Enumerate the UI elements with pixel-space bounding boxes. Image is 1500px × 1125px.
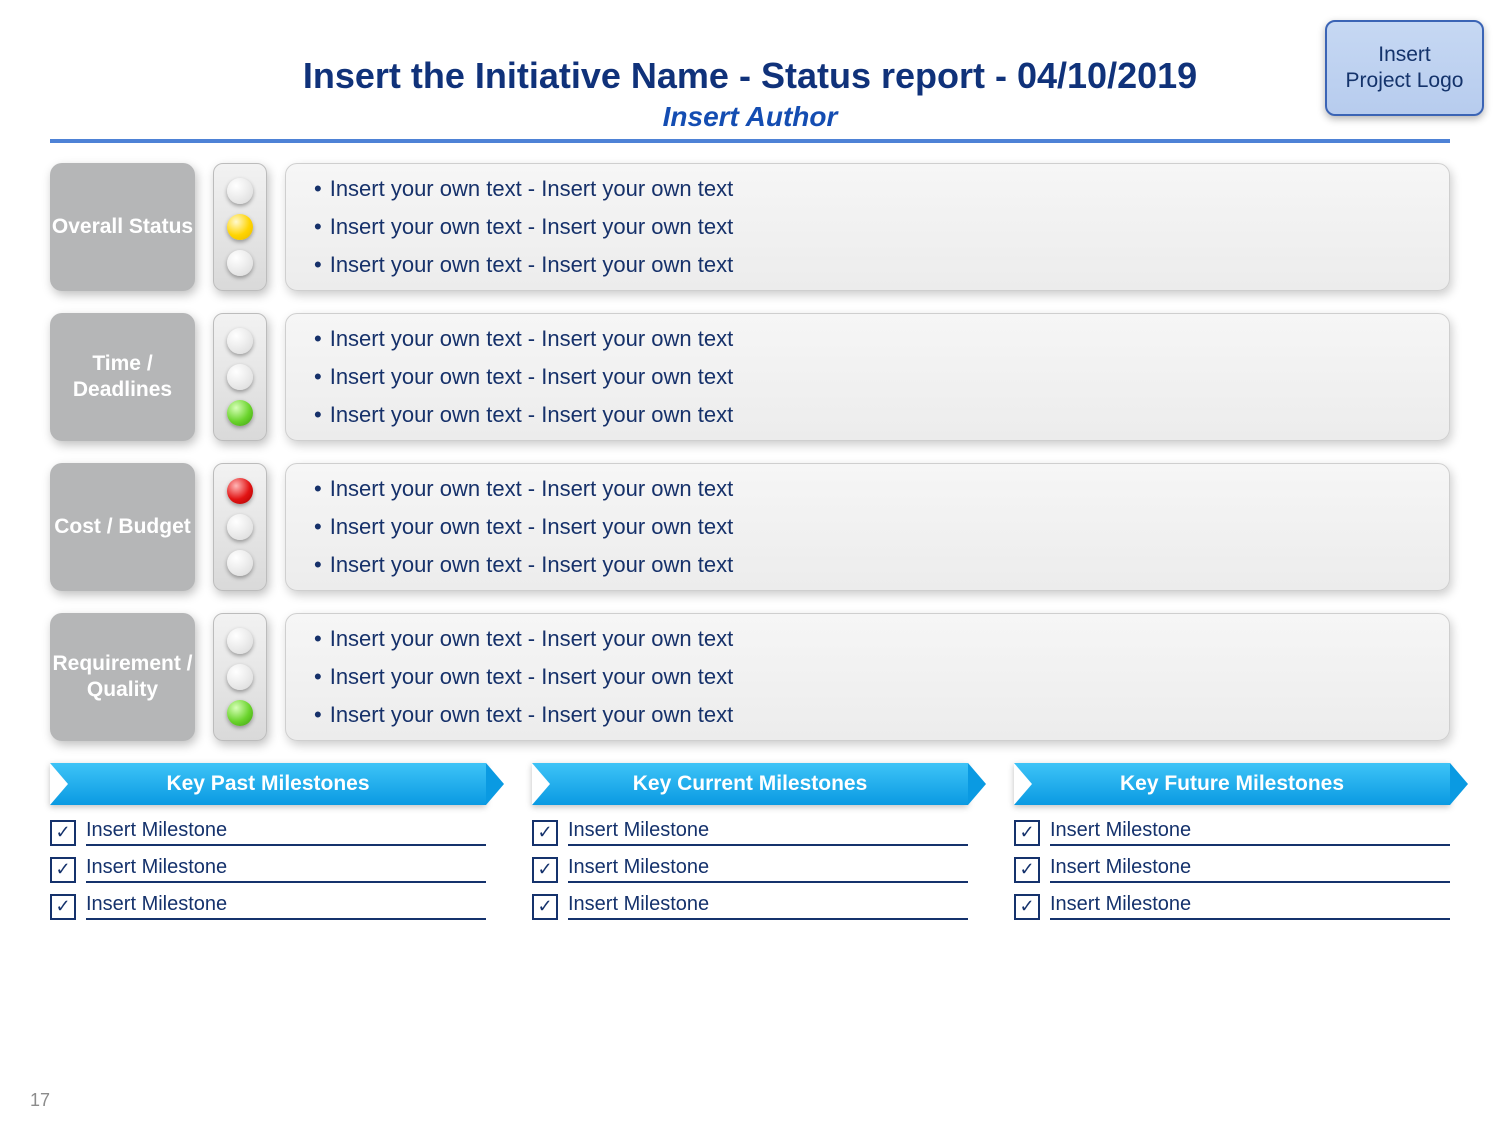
slide: Insert Project Logo Insert the Initiativ… xyxy=(0,0,1500,1125)
milestone-item: ✓ Insert Milestone xyxy=(50,819,486,846)
status-bullet: Insert your own text - Insert your own t… xyxy=(314,402,1421,428)
milestone-item: ✓ Insert Milestone xyxy=(532,893,968,920)
check-icon: ✓ xyxy=(1014,820,1040,846)
status-bullet: Insert your own text - Insert your own t… xyxy=(314,626,1421,652)
status-label: Overall Status xyxy=(50,163,195,291)
milestone-item: ✓ Insert Milestone xyxy=(50,893,486,920)
milestone-column: Key Current Milestones✓Insert Milestone✓… xyxy=(532,763,968,930)
status-bullet: Insert your own text - Insert your own t… xyxy=(314,514,1421,540)
milestone-item: ✓ Insert Milestone xyxy=(532,856,968,883)
milestone-heading: Key Future Milestones xyxy=(1014,763,1450,805)
status-bullet: Insert your own text - Insert your own t… xyxy=(314,552,1421,578)
status-light-icon xyxy=(227,700,253,726)
status-text-box: Insert your own text - Insert your own t… xyxy=(285,163,1450,291)
check-icon: ✓ xyxy=(50,820,76,846)
milestone-heading: Key Past Milestones xyxy=(50,763,486,805)
project-logo-placeholder: Insert Project Logo xyxy=(1325,20,1484,116)
status-label: Time / Deadlines xyxy=(50,313,195,441)
status-bullet: Insert your own text - Insert your own t… xyxy=(314,364,1421,390)
milestone-item: ✓ Insert Milestone xyxy=(50,856,486,883)
milestone-item: ✓ Insert Milestone xyxy=(1014,893,1450,920)
status-light-icon xyxy=(227,214,253,240)
status-bullet: Insert your own text - Insert your own t… xyxy=(314,326,1421,352)
status-bullet: Insert your own text - Insert your own t… xyxy=(314,214,1421,240)
logo-line1: Insert xyxy=(1378,42,1431,68)
status-text-box: Insert your own text - Insert your own t… xyxy=(285,613,1450,741)
milestone-item: ✓ Insert Milestone xyxy=(1014,856,1450,883)
status-bullet: Insert your own text - Insert your own t… xyxy=(314,176,1421,202)
check-icon: ✓ xyxy=(532,857,558,883)
milestone-text: Insert Milestone xyxy=(1050,819,1450,846)
check-icon: ✓ xyxy=(50,857,76,883)
status-label: Requirement / Quality xyxy=(50,613,195,741)
milestone-text: Insert Milestone xyxy=(1050,893,1450,920)
milestone-heading: Key Current Milestones xyxy=(532,763,968,805)
check-icon: ✓ xyxy=(1014,857,1040,883)
check-icon: ✓ xyxy=(1014,894,1040,920)
divider xyxy=(50,139,1450,143)
status-row: Requirement / Quality Insert your own tex… xyxy=(50,613,1450,741)
status-light-icon xyxy=(227,664,253,690)
check-icon: ✓ xyxy=(50,894,76,920)
logo-line2: Project Logo xyxy=(1346,68,1464,94)
milestone-column: Key Future Milestones ✓ Insert Milestone ✓ I… xyxy=(1014,763,1450,930)
status-light-icon xyxy=(227,628,253,654)
milestone-item: ✓ Insert Milestone xyxy=(1014,819,1450,846)
status-light-icon xyxy=(227,178,253,204)
status-row: Time / Deadlines Insert your own text - I… xyxy=(50,313,1450,441)
milestones: Key Past Milestones ✓ Insert Milestone ✓ Ins… xyxy=(50,763,1450,930)
milestone-text: Insert Milestone xyxy=(568,856,968,883)
check-icon: ✓ xyxy=(532,820,558,846)
milestone-item: ✓ Insert Milestone xyxy=(532,819,968,846)
status-light-icon xyxy=(227,550,253,576)
traffic-light xyxy=(213,613,267,741)
traffic-light xyxy=(213,313,267,441)
status-bullet: Insert your own text - Insert your own t… xyxy=(314,664,1421,690)
milestone-text: Insert Milestone xyxy=(568,819,968,846)
status-row: Overall Status Insert your own text - Ins… xyxy=(50,163,1450,291)
status-light-icon xyxy=(227,400,253,426)
status-rows: Overall Status Insert your own text - Ins… xyxy=(50,163,1450,741)
status-label: Cost / Budget xyxy=(50,463,195,591)
milestone-text: Insert Milestone xyxy=(86,856,486,883)
page-number: 17 xyxy=(30,1090,50,1111)
status-light-icon xyxy=(227,478,253,504)
status-row: Cost / Budget Insert your own text - Inse… xyxy=(50,463,1450,591)
milestone-text: Insert Milestone xyxy=(568,893,968,920)
status-light-icon xyxy=(227,364,253,390)
milestone-text: Insert Milestone xyxy=(1050,856,1450,883)
status-text-box: Insert your own text - Insert your own t… xyxy=(285,313,1450,441)
check-icon: ✓ xyxy=(532,894,558,920)
traffic-light xyxy=(213,163,267,291)
status-light-icon xyxy=(227,250,253,276)
milestone-column: Key Past Milestones ✓ Insert Milestone ✓ Ins… xyxy=(50,763,486,930)
milestone-text: Insert Milestone xyxy=(86,819,486,846)
page-title: Insert the Initiative Name - Status repo… xyxy=(50,55,1450,97)
traffic-light xyxy=(213,463,267,591)
status-text-box: Insert your own text - Insert your own t… xyxy=(285,463,1450,591)
milestone-text: Insert Milestone xyxy=(86,893,486,920)
page-author: Insert Author xyxy=(50,101,1450,133)
status-bullet: Insert your own text - Insert your own t… xyxy=(314,702,1421,728)
status-light-icon xyxy=(227,514,253,540)
status-bullet: Insert your own text - Insert your own t… xyxy=(314,476,1421,502)
status-bullet: Insert your own text - Insert your own t… xyxy=(314,252,1421,278)
status-light-icon xyxy=(227,328,253,354)
